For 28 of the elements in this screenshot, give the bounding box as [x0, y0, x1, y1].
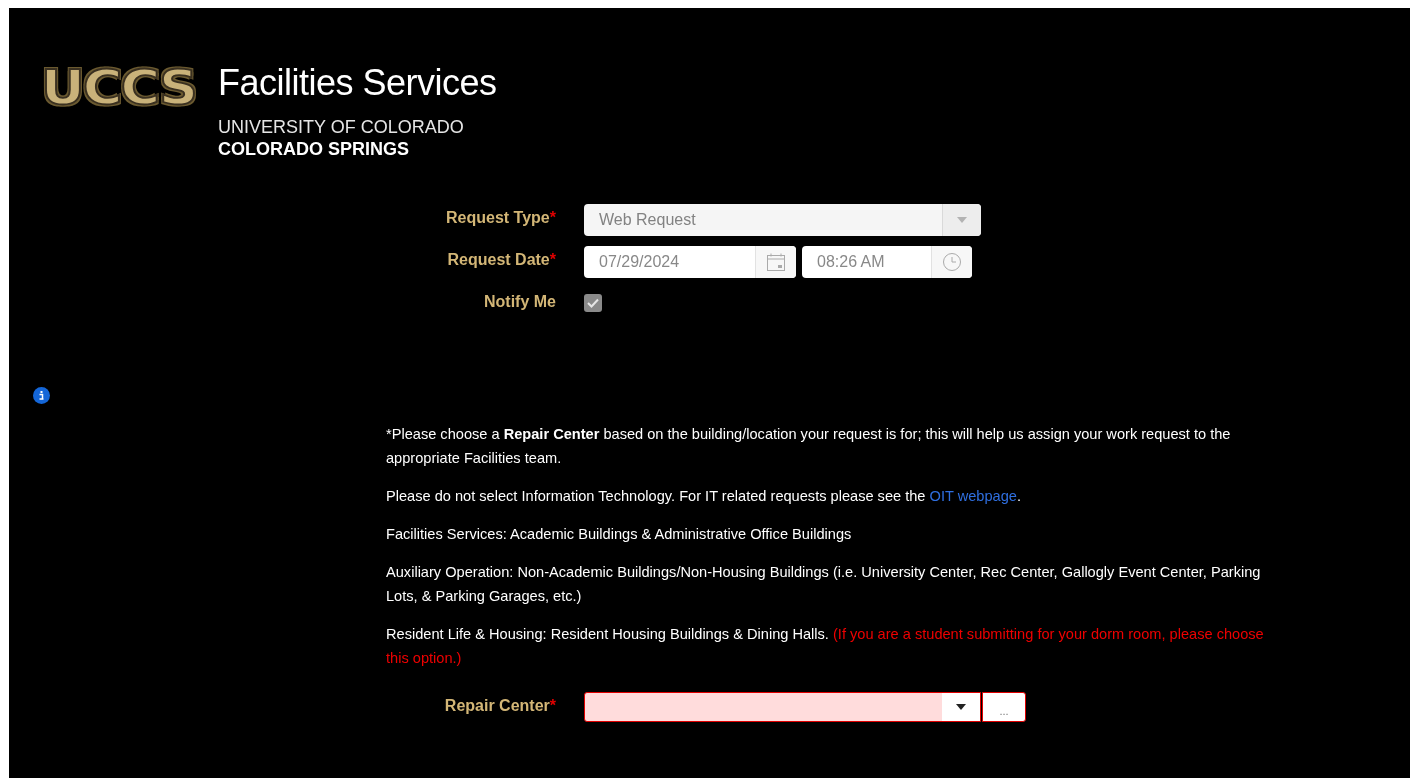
instruction-text: Facilities Services: Academic Buildings & Administrative Office Buildings [386, 525, 853, 544]
select-value: Web Request [598, 211, 697, 229]
time-value: 08:26 AM [816, 253, 886, 271]
field-label: Notify Me [483, 292, 556, 312]
caret-icon [957, 217, 967, 223]
instruction-text: Auxiliary Operation: Non-Academic Buildings/Non-Housing Buildings (i.e. University Center, Rec Center, Gallogly Event Center, Parking Lots, & Parking Garages, etc.) [386, 563, 1262, 606]
clock-icon [942, 252, 962, 272]
oit-link[interactable]: OIT webpage [929, 488, 1017, 504]
repair-center-select[interactable] [584, 692, 981, 722]
campus-name: COLORADO SPRINGS [218, 138, 411, 160]
site-title: Facilities Services [218, 61, 497, 105]
field-label: Request Type* [445, 208, 556, 228]
info-icon[interactable] [33, 387, 50, 404]
browse-button[interactable]: ... [982, 692, 1026, 722]
calendar-icon [766, 252, 786, 272]
time-field[interactable]: 08:26 AM [802, 246, 972, 278]
checkmark-icon [587, 297, 599, 308]
date-value: 07/29/2024 [598, 253, 681, 271]
caret-icon [956, 704, 966, 710]
field-label: Repair Center* [443, 696, 556, 716]
logo: UCCS [41, 61, 196, 115]
date-field[interactable]: 07/29/2024 [584, 246, 796, 278]
instruction-text: Resident Life & Housing: Resident Housing Buildings & Dining Halls. (If you are a student submitting for your dorm room, please choose this option.) [386, 625, 1265, 668]
instruction-text: Please do not select Information Technology. For IT related requests please see the [386, 488, 927, 504]
instruction-text: . [1016, 488, 1021, 504]
field-label: Request Date* [446, 250, 556, 270]
instruction-text: *Please choose a Repair Center based on the building/location your request is for; this will help us assign your work request to the appropriate Facilities team. [386, 425, 1232, 468]
university-name: UNIVERSITY OF COLORADO [218, 116, 465, 138]
